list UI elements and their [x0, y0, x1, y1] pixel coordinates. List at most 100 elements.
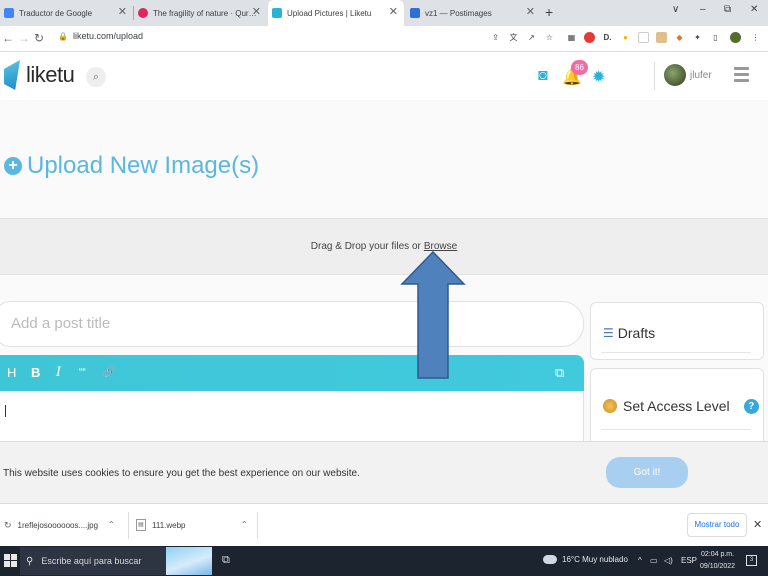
- language-indicator[interactable]: ESP: [681, 556, 697, 565]
- volume-icon[interactable]: ◁): [664, 556, 673, 565]
- tab-search-button[interactable]: ∨: [672, 4, 679, 15]
- access-level-label: Set Access Level: [623, 398, 730, 414]
- extension-page-icon[interactable]: [638, 32, 649, 43]
- qurator-icon: [138, 8, 148, 18]
- profile-avatar-icon[interactable]: [730, 32, 741, 43]
- taskbar-search[interactable]: ⚲ Escribe aquí para buscar: [20, 547, 212, 575]
- divider: [601, 352, 751, 353]
- italic-button[interactable]: I: [56, 365, 61, 380]
- file-icon: ▤: [136, 519, 146, 531]
- username[interactable]: jlufer: [690, 70, 712, 81]
- google-translate-icon: [4, 8, 14, 18]
- network-icon[interactable]: ▭: [650, 556, 658, 565]
- tab-title: Upload Pictures | Liketu: [287, 8, 372, 18]
- task-view-icon[interactable]: ⧉: [222, 554, 230, 567]
- camera-icon[interactable]: ◙: [538, 67, 548, 85]
- download-item[interactable]: ▤ 111.webp: [136, 515, 186, 535]
- extension-cookie-icon[interactable]: [656, 32, 667, 43]
- post-title-input[interactable]: Add a post title: [0, 301, 584, 347]
- metamask-icon[interactable]: ◆: [674, 32, 685, 43]
- tab-upload-pictures[interactable]: Upload Pictures | Liketu ✕: [268, 0, 404, 26]
- loading-icon: ↻: [4, 519, 12, 530]
- clock-time: 02:04 p.m.: [700, 551, 735, 558]
- extension-opera-icon[interactable]: [584, 32, 595, 43]
- close-window-button[interactable]: ✕: [750, 4, 758, 15]
- help-icon[interactable]: ?: [743, 398, 759, 414]
- download-item[interactable]: ↻ 1reflejosoooooos....jpg: [4, 515, 98, 535]
- quote-button[interactable]: ““: [79, 367, 86, 378]
- address-bar: ← → ↻ 🔒 liketu.com/upload ⇪ 文 ↗ ☆ ▦ D. ●…: [0, 26, 768, 52]
- site-header: liketu ⌕ ◙ 🔔 86 ✹ jlufer: [0, 52, 768, 100]
- avatar[interactable]: [664, 64, 686, 86]
- share-icon[interactable]: ⇪: [490, 32, 501, 43]
- side-panel-icon[interactable]: ▯: [710, 32, 721, 43]
- search-icon[interactable]: ⌕: [86, 67, 106, 87]
- forward-icon[interactable]: →: [18, 31, 30, 45]
- windows-taskbar: ⚲ Escribe aquí para buscar ⧉ 16°C Muy nu…: [0, 546, 768, 576]
- close-downloads-icon[interactable]: ✕: [753, 518, 762, 531]
- divider: [128, 512, 129, 539]
- new-tab-button[interactable]: +: [545, 4, 553, 20]
- drop-zone[interactable]: Drag & Drop your files or Browse: [0, 218, 768, 275]
- reload-icon[interactable]: ↻: [34, 31, 44, 45]
- editor-toolbar: H B I ““ 🔗 ⧉: [0, 355, 584, 391]
- close-tab-icon[interactable]: ✕: [526, 7, 535, 18]
- preview-icon[interactable]: ⧉: [555, 365, 564, 381]
- got-it-button[interactable]: Got it!: [606, 457, 688, 488]
- restore-button[interactable]: ⧉: [724, 4, 731, 15]
- extension-d-icon[interactable]: D.: [602, 32, 613, 43]
- chevron-up-icon[interactable]: ⌃: [241, 520, 248, 529]
- divider: [257, 512, 258, 539]
- notification-center-icon[interactable]: 3: [746, 555, 757, 566]
- tray-chevron-icon[interactable]: ^: [638, 556, 642, 565]
- back-icon[interactable]: ←: [2, 31, 14, 45]
- weather-widget[interactable]: 16°C Muy nublado: [543, 555, 628, 564]
- close-tab-icon[interactable]: ✕: [389, 7, 398, 18]
- chevron-up-icon[interactable]: ⌃: [108, 520, 115, 529]
- link-button[interactable]: 🔗: [102, 365, 116, 378]
- cookie-message: This website uses cookies to ensure you …: [3, 468, 360, 479]
- lock-icon[interactable]: 🔒: [58, 32, 68, 41]
- browser-menu-icon[interactable]: ⋮: [750, 32, 761, 43]
- close-tab-icon[interactable]: ✕: [252, 7, 261, 18]
- notification-badge: 86: [571, 60, 588, 75]
- bookmark-star-icon[interactable]: ☆: [544, 32, 555, 43]
- download-filename: 111.webp: [152, 520, 186, 530]
- logo-text: liketu: [26, 62, 75, 87]
- taskbar-search-placeholder: Escribe aquí para buscar: [41, 556, 142, 566]
- tab-title: The fragility of nature · Qurator's: [153, 8, 258, 18]
- windows-start-icon[interactable]: [4, 554, 17, 567]
- show-all-button[interactable]: Mostrar todo: [687, 513, 747, 537]
- close-tab-icon[interactable]: ✕: [118, 7, 127, 18]
- drafts-panel[interactable]: ☰ Drafts: [590, 302, 764, 360]
- extension-puzzle-icon[interactable]: ✦: [692, 32, 703, 43]
- gear-icon[interactable]: ✹: [592, 67, 605, 87]
- share-page-icon[interactable]: ↗: [526, 32, 537, 43]
- minimize-button[interactable]: –: [700, 4, 706, 15]
- access-level-panel: Set Access Level ?: [590, 368, 764, 448]
- tab-google-translate[interactable]: Traductor de Google ✕: [0, 0, 133, 26]
- divider: [601, 429, 751, 430]
- postimages-icon: [410, 8, 420, 18]
- text-caret: [5, 405, 6, 417]
- url-field[interactable]: 🔒 liketu.com/upload: [58, 31, 143, 41]
- tab-title: vz1 — Postimages: [425, 8, 492, 18]
- coin-icon: [603, 399, 617, 413]
- clock[interactable]: 02:04 p.m. 09/10/2022: [700, 549, 735, 573]
- cloud-icon: [543, 555, 557, 564]
- hamburger-menu-icon[interactable]: [734, 67, 749, 85]
- upload-heading: + Upload New Image(s): [4, 152, 259, 180]
- heading-button[interactable]: H: [7, 365, 16, 380]
- url-text: liketu.com/upload: [72, 31, 144, 41]
- tab-title: Traductor de Google: [19, 8, 93, 18]
- download-filename: 1reflejosoooooos....jpg: [17, 520, 99, 530]
- bold-button[interactable]: B: [31, 365, 40, 380]
- liketu-logo[interactable]: liketu: [4, 60, 75, 90]
- tab-fragility-of-nature[interactable]: The fragility of nature · Qurator's ✕: [134, 0, 267, 26]
- translate-icon[interactable]: 文: [508, 32, 519, 43]
- extension-qr-icon[interactable]: ▦: [566, 32, 577, 43]
- page-content: liketu ⌕ ◙ 🔔 86 ✹ jlufer + Upload New Im…: [0, 52, 768, 503]
- header-divider: [654, 62, 655, 90]
- tab-postimages[interactable]: vz1 — Postimages ✕: [406, 0, 541, 26]
- extension-keychain-icon[interactable]: ●: [620, 32, 631, 43]
